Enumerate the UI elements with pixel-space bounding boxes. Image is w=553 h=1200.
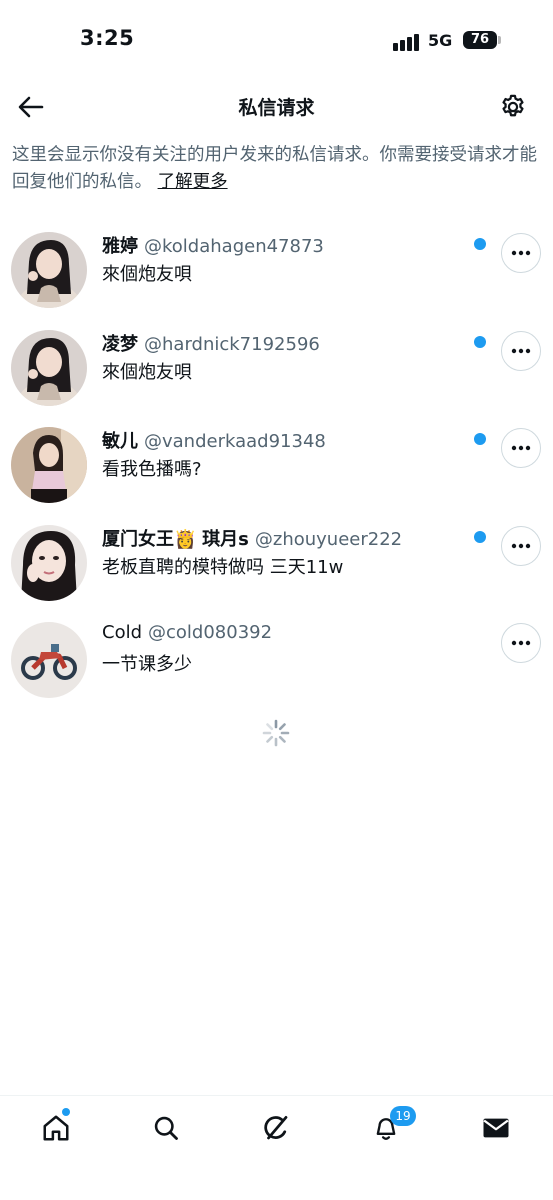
status-time: 3:25 [80,26,135,50]
nav-search[interactable] [148,1110,184,1146]
more-icon [511,640,531,646]
sender-name-part1: 厦门女王 [102,528,174,550]
more-icon [511,543,531,548]
messages-icon [483,1118,509,1138]
learn-more-link[interactable]: 了解更多 [158,172,228,192]
message-requests-list: 雅婷 @koldahagen47873 來個炮友唄 凌梦 @hardnick7192… [0,218,553,706]
header: 私信请求 [0,80,553,132]
status-bar: 3:25 5G 76 [0,0,553,80]
network-label: 5G [428,31,453,50]
unread-dot [474,335,486,348]
nav-home[interactable] [38,1110,74,1146]
list-item[interactable]: 雅婷 @koldahagen47873 來個炮友唄 [0,218,553,316]
avatar[interactable] [11,232,87,308]
search-icon [154,1116,178,1140]
loading-spinner-icon [262,719,290,747]
list-item[interactable]: 凌梦 @hardnick7192596 來個炮友唄 [0,316,553,414]
avatar[interactable] [11,329,87,406]
sender-handle: @cold080392 [148,622,273,643]
sender-name-part2: 琪月s [202,528,249,550]
home-icon [43,1115,69,1141]
sender-handle: @hardnick7192596 [144,333,320,355]
message-preview: 來個炮友唄 [102,264,192,285]
home-notification-dot [62,1108,70,1116]
more-icon [511,250,531,256]
bottom-nav: 19 [0,1095,553,1200]
page-title: 私信请求 [238,97,315,119]
sender-handle: @zhouyueer222 [254,528,403,550]
sender-handle: @koldahagen47873 [144,236,324,257]
more-icon [511,445,531,451]
crown-emoji: 👸 [174,528,197,550]
info-description: 这里会显示你没有关注的用户发来的私信请求。你需要接受请求才能回复他们的私信。 [12,145,537,192]
sender-line: 雅婷 @koldahagen47873 [102,232,324,258]
list-item[interactable]: 厦门女王👸 琪月s @zhouyueer222 老板直聘的模特做吗 三天11w [0,511,553,609]
gear-icon [502,94,524,117]
message-preview: 來個炮友唄 [102,361,192,383]
more-options-button[interactable] [501,623,541,663]
battery-icon: 76 [463,31,497,49]
sender-name: Cold [102,622,143,643]
info-text: 这里会显示你没有关注的用户发来的私信请求。你需要接受请求才能回复他们的私信。 了… [12,142,542,196]
more-icon [511,348,531,353]
grok-icon [264,1116,288,1140]
avatar[interactable] [11,524,87,601]
more-options-button[interactable] [501,428,541,468]
list-item[interactable]: 敏儿 @vanderkaad91348 看我色播嗎? [0,413,553,511]
list-item[interactable]: Cold @cold080392 一节课多少 [0,608,553,706]
sender-name: 敏儿 [102,431,138,452]
settings-button[interactable] [495,89,531,125]
message-preview: 一节课多少 [102,654,192,675]
sender-handle: @vanderkaad91348 [144,431,326,452]
sender-name: 凌梦 [102,333,138,355]
more-options-button[interactable] [501,330,541,371]
sender-name: 雅婷 [102,236,138,257]
sender-line: 凌梦 @hardnick7192596 [102,330,320,356]
message-preview: 老板直聘的模特做吗 三天11w [102,556,344,578]
message-preview: 看我色播嗎? [102,459,202,480]
nav-grok[interactable] [258,1110,294,1146]
battery-tip [498,36,501,44]
unread-dot [474,238,486,250]
sender-line: Cold @cold080392 [102,622,272,643]
signal-icon [393,31,423,51]
unread-dot [474,530,486,543]
avatar[interactable] [11,622,87,698]
unread-dot [474,433,486,445]
more-options-button[interactable] [501,233,541,273]
sender-line: 敏儿 @vanderkaad91348 [102,427,326,453]
more-options-button[interactable] [501,525,541,566]
nav-messages[interactable] [478,1110,514,1146]
sender-line: 厦门女王👸 琪月s @zhouyueer222 [102,525,402,551]
notifications-badge: 19 [390,1106,416,1126]
avatar[interactable] [11,427,87,503]
